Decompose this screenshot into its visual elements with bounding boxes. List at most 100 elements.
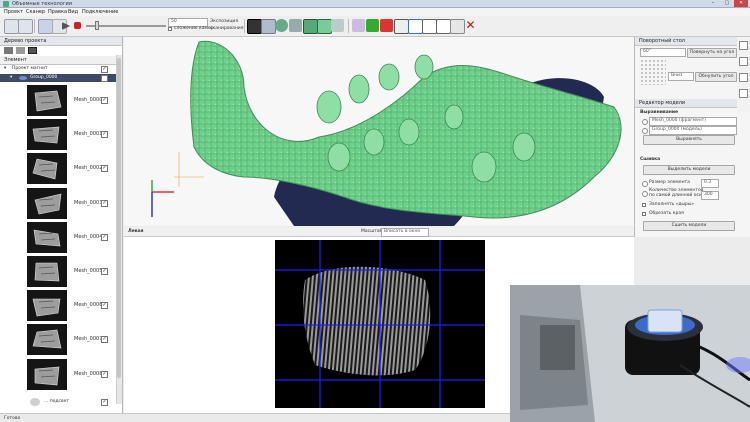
close-button[interactable]: ✕: [734, 0, 748, 7]
camera-icon[interactable]: [38, 19, 53, 34]
group-label: Group_0000: [30, 75, 58, 80]
mesh-visibility-checkbox[interactable]: ✓: [101, 370, 108, 378]
menu-scanner[interactable]: Сканер: [26, 9, 45, 15]
mesh-row[interactable]: Mesh_0006 ✓: [0, 289, 118, 322]
trim-edges-checkbox[interactable]: [642, 212, 646, 216]
add-green-icon[interactable]: [366, 19, 379, 32]
maximize-button[interactable]: ▢: [720, 0, 734, 7]
mesh-row[interactable]: Mesh_0002 ✓: [0, 152, 118, 185]
group-icon: [19, 76, 27, 80]
merge-models-button[interactable]: Сшить модели: [643, 221, 735, 231]
side-tool-icon[interactable]: [739, 57, 748, 66]
mesh-thumbnail: [27, 290, 67, 322]
expand-icon[interactable]: ▾: [10, 75, 12, 80]
lasso-select-icon[interactable]: [422, 19, 437, 34]
tree-last-row[interactable]: ... подсвет ✓: [0, 398, 118, 406]
stop-icon[interactable]: [74, 22, 81, 29]
last-item-checkbox[interactable]: ✓: [101, 399, 108, 406]
delete-icon[interactable]: ✕: [464, 19, 477, 32]
scale-select[interactable]: Вписать в окно: [381, 228, 429, 237]
menu-connection[interactable]: Подключение: [82, 9, 118, 15]
mesh-visibility-checkbox[interactable]: ✓: [101, 165, 108, 173]
grid-view-icon[interactable]: [261, 19, 276, 34]
angle-select[interactable]: 60°: [640, 48, 686, 57]
thumbnail-view-icon[interactable]: [28, 47, 37, 54]
menu-edit[interactable]: Правка: [48, 9, 67, 15]
menu-view[interactable]: Вид: [68, 9, 78, 15]
wireframe-icon[interactable]: [331, 19, 344, 32]
side-tool-icon[interactable]: [739, 89, 748, 98]
mesh-visibility-checkbox[interactable]: ✓: [101, 97, 108, 104]
status-bar: Готово: [0, 413, 510, 422]
minimize-button[interactable]: –: [706, 0, 720, 7]
vertex-count-field[interactable]: 300: [701, 191, 719, 200]
mesh-label: Mesh_0002: [74, 165, 103, 172]
mesh-row[interactable]: Mesh_0005 ✓: [0, 255, 118, 288]
3d-viewport[interactable]: [124, 37, 634, 226]
exposure-slider-handle[interactable]: [95, 21, 99, 30]
invert-select-icon[interactable]: [450, 19, 465, 34]
texture-view-icon[interactable]: [317, 19, 332, 34]
option1-radio[interactable]: [642, 119, 648, 125]
mesh-row[interactable]: Mesh_0008 ✓: [0, 358, 118, 391]
mesh-row[interactable]: Mesh_0000 ✓: [0, 84, 118, 117]
menu-project[interactable]: Проект: [4, 9, 23, 15]
camera-image: [275, 240, 485, 408]
tree-view-icon[interactable]: [16, 47, 25, 54]
tree-project-row[interactable]: ▾ Проект магнит ✓: [0, 65, 118, 73]
mesh-visibility-checkbox[interactable]: ✓: [101, 131, 108, 139]
mesh-row[interactable]: Mesh_0007 ✓: [0, 323, 118, 356]
option2-field[interactable]: Group_0000 (модель): [649, 126, 737, 135]
direction-select[interactable]: Вниз: [668, 72, 694, 81]
select-icon[interactable]: [352, 19, 365, 32]
mesh-row[interactable]: Mesh_0001 ✓: [0, 118, 118, 151]
option1-field[interactable]: Mesh_0000 (фрагмент): [649, 117, 737, 126]
mesh-thumbnail: [27, 187, 67, 219]
mesh-visibility-checkbox[interactable]: ✓: [101, 336, 108, 344]
option2-radio[interactable]: [642, 128, 648, 134]
model-view-icon[interactable]: [303, 19, 318, 34]
right-panel: Поворотный стол 60° Повернуть на угол Вн…: [634, 37, 750, 237]
select-models-button[interactable]: Выделить модели: [643, 165, 735, 175]
cameras-checkbox[interactable]: [168, 27, 172, 31]
side-tool-icon[interactable]: [739, 73, 748, 82]
mesh-row[interactable]: Mesh_0003 ✓: [0, 187, 118, 220]
tree-group-row[interactable]: ▾ Group_0000 ✓: [0, 74, 118, 82]
rotation-dots-icon[interactable]: [640, 59, 666, 85]
list-view-icon[interactable]: [4, 47, 13, 54]
open-project-icon[interactable]: [18, 19, 33, 34]
reset-angle-button[interactable]: Обнулить угол: [695, 72, 737, 82]
brush-select-icon[interactable]: [436, 19, 451, 34]
new-project-icon[interactable]: [4, 19, 19, 34]
fill-holes-checkbox[interactable]: [642, 203, 646, 207]
trim-edges-label: Обрезать края: [649, 211, 684, 216]
rect-select-icon[interactable]: [408, 19, 423, 34]
layers-icon[interactable]: [289, 19, 302, 32]
mesh-visibility-checkbox[interactable]: ✓: [101, 302, 108, 310]
mesh-thumbnail: [27, 256, 67, 287]
group-checkbox[interactable]: ✓: [101, 75, 108, 82]
view-mode-icon[interactable]: [247, 19, 262, 34]
project-checkbox[interactable]: ✓: [101, 66, 108, 73]
sphere-icon[interactable]: [275, 19, 288, 32]
scanner-photo-image: [510, 285, 750, 422]
frame-icon[interactable]: [394, 19, 409, 34]
vertex-count-radio[interactable]: [642, 191, 648, 197]
side-tool-icon[interactable]: [739, 41, 748, 50]
align-button[interactable]: Выровнять: [643, 135, 735, 145]
rotate-button[interactable]: Повернуть на угол: [687, 48, 737, 58]
mesh-thumbnail: [27, 358, 67, 390]
mesh-row[interactable]: Mesh_0004 ✓: [0, 221, 118, 254]
mesh-visibility-checkbox[interactable]: ✓: [101, 233, 108, 241]
remove-red-icon[interactable]: [380, 19, 393, 32]
mesh-visibility-checkbox[interactable]: ✓: [101, 199, 108, 207]
mesh-visibility-checkbox[interactable]: ✓: [101, 268, 108, 275]
cameras-checkbox-label: сложение камер: [174, 26, 214, 31]
vertex-count-sublabel: по самой длинной оси: [649, 193, 702, 198]
element-size-radio[interactable]: [642, 181, 648, 187]
expand-icon[interactable]: ▾: [4, 66, 6, 71]
mesh-thumbnail: [27, 221, 67, 253]
mesh-thumbnail: [27, 119, 67, 151]
tree-scrollbar-thumb[interactable]: [117, 58, 121, 378]
element-size-field[interactable]: 0.3: [701, 179, 719, 188]
